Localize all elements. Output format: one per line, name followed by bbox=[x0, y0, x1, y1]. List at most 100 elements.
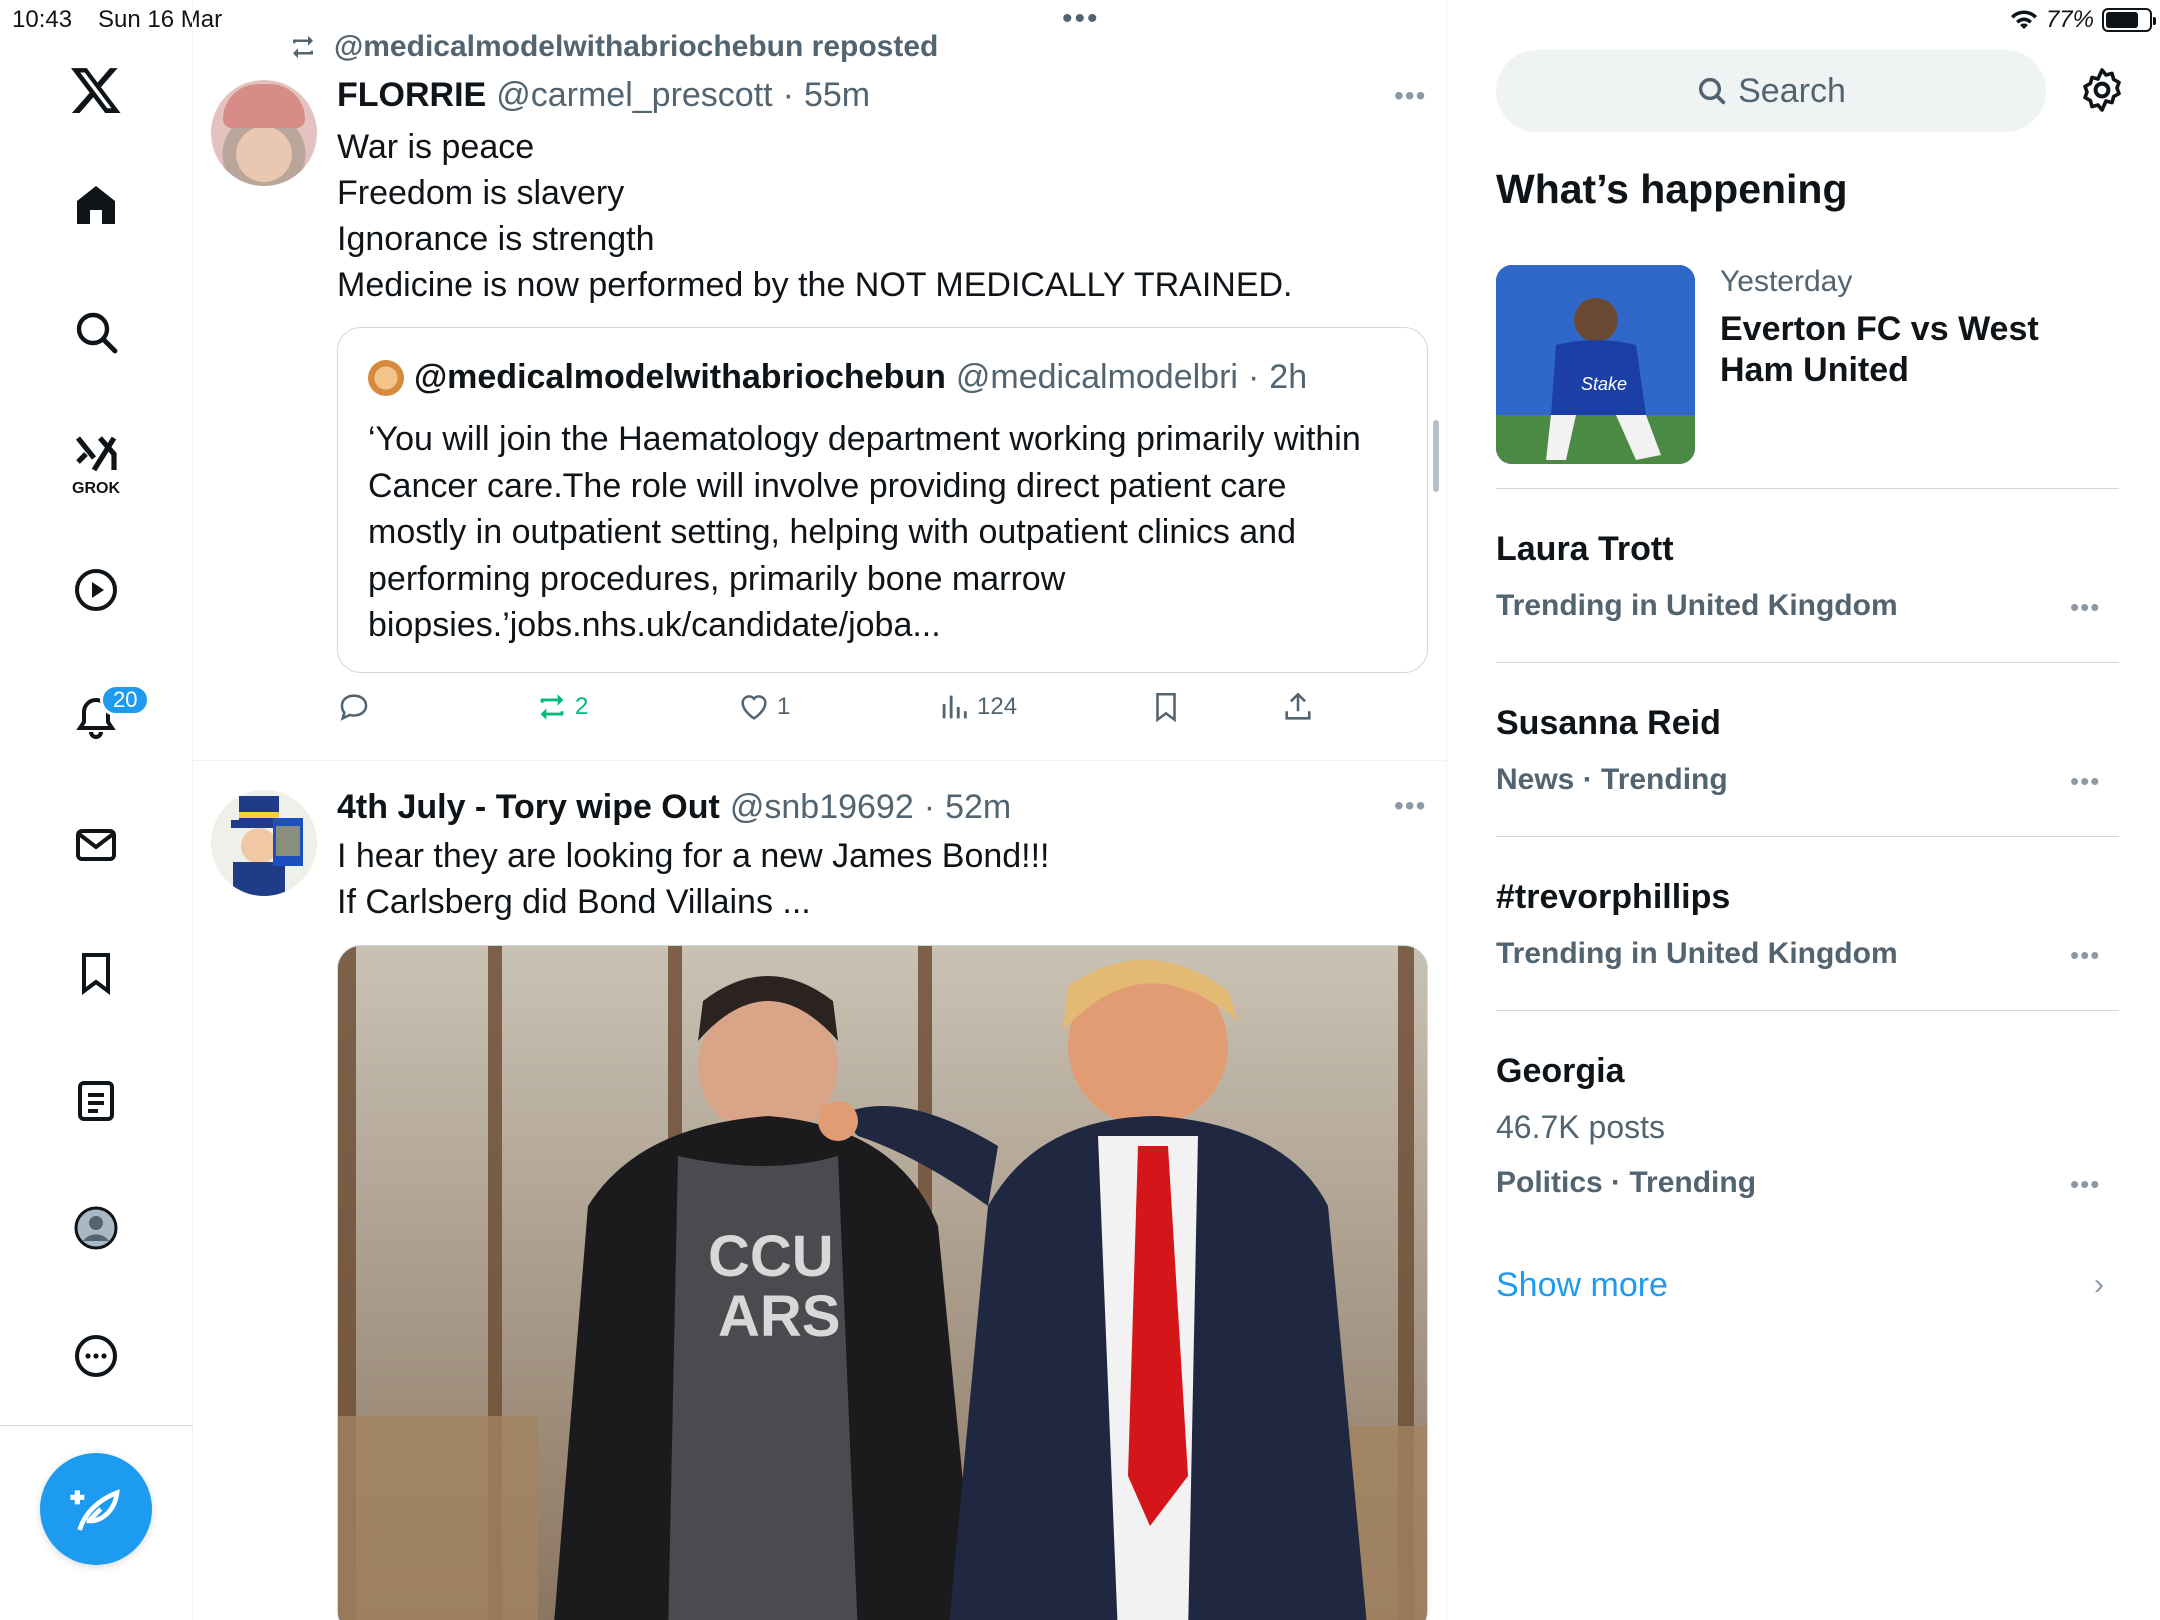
search-placeholder: Search bbox=[1738, 71, 1846, 110]
bookmark-icon bbox=[1156, 692, 1176, 723]
share-icon bbox=[1285, 692, 1311, 720]
trend-more-icon[interactable]: ••• bbox=[2070, 940, 2100, 971]
event-time: Yesterday bbox=[1720, 265, 1853, 298]
bookmark-button[interactable] bbox=[1149, 690, 1183, 724]
compose-button[interactable] bbox=[40, 1453, 152, 1565]
reply-icon bbox=[340, 694, 368, 721]
event-thumbnail: Stake bbox=[1496, 265, 1695, 464]
quote-line: Cancer care.The role will involve provid… bbox=[368, 466, 1287, 505]
tweet-author-handle[interactable]: @snb19692 bbox=[730, 788, 914, 827]
repost-indicator: @medicalmodelwithabriochebun reposted bbox=[286, 30, 938, 64]
tweet-line: Freedom is slavery bbox=[337, 174, 625, 212]
repost-button[interactable]: 2 bbox=[535, 690, 588, 724]
tweet-actions: 2 1 124 bbox=[337, 690, 1337, 736]
share-button[interactable] bbox=[1281, 690, 1315, 724]
views-count: 124 bbox=[977, 693, 1018, 720]
x-logo-icon[interactable] bbox=[66, 60, 126, 120]
tweet-line: If Carlsberg did Bond Villains ... bbox=[337, 883, 811, 921]
tweet-author-name[interactable]: 4th July - Tory wipe Out bbox=[337, 788, 720, 827]
trend-divider bbox=[1496, 662, 2119, 663]
whats-happening-title: What’s happening bbox=[1496, 166, 1848, 212]
quote-text: ‘You will join the Haematology departmen… bbox=[368, 416, 1408, 649]
more-options-icon[interactable] bbox=[66, 1326, 126, 1386]
tweet-more-icon[interactable]: ••• bbox=[1394, 790, 1426, 822]
quoted-tweet[interactable]: @medicalmodelwithabriochebun @medicalmod… bbox=[337, 327, 1428, 673]
quote-line: ‘You will join the Haematology departmen… bbox=[368, 420, 1361, 458]
notifications-badge: 20 bbox=[100, 684, 151, 716]
left-nav: GROK 20 bbox=[0, 0, 193, 1620]
shirt-text-line: CCU bbox=[708, 1224, 834, 1289]
search-icon[interactable] bbox=[66, 302, 126, 362]
like-count: 1 bbox=[777, 693, 791, 720]
trend-context: Trending in United Kingdom bbox=[1496, 589, 1898, 622]
avatar[interactable] bbox=[211, 80, 317, 186]
trend-divider bbox=[1496, 1010, 2119, 1011]
bookmarks-icon[interactable] bbox=[66, 943, 126, 1003]
trend-name[interactable]: Laura Trott bbox=[1496, 530, 1674, 569]
trend-name[interactable]: #trevorphillips bbox=[1496, 878, 1730, 917]
search-icon bbox=[1699, 77, 1726, 105]
trend-name[interactable]: Susanna Reid bbox=[1496, 704, 1721, 743]
tweet-header: 4th July - Tory wipe Out @snb19692 · 52m bbox=[337, 788, 1011, 827]
trend-context: Trending in United Kingdom bbox=[1496, 937, 1898, 970]
video-icon[interactable] bbox=[66, 560, 126, 620]
heart-icon bbox=[741, 695, 767, 720]
repost-text[interactable]: @medicalmodelwithabriochebun reposted bbox=[334, 30, 938, 64]
tweet-more-icon[interactable]: ••• bbox=[1394, 80, 1426, 112]
reply-button[interactable] bbox=[337, 690, 371, 724]
right-sidebar bbox=[1447, 0, 2160, 1620]
messages-icon[interactable] bbox=[66, 815, 126, 875]
profile-icon[interactable] bbox=[66, 1198, 126, 1258]
lists-icon[interactable] bbox=[66, 1071, 126, 1131]
tweet-text: War is peace Freedom is slavery Ignoranc… bbox=[337, 124, 1293, 308]
quote-line: biopsies.’jobs.nhs.uk/candidate/joba... bbox=[368, 606, 941, 644]
separator: · bbox=[782, 76, 794, 114]
search-field[interactable]: Search bbox=[1496, 50, 2046, 132]
tweet-author-name[interactable]: FLORRIE bbox=[337, 76, 486, 115]
trending-event[interactable]: Stake Yesterday Everton FC vs West Ham U… bbox=[1496, 265, 2119, 467]
trend-more-icon[interactable]: ••• bbox=[2070, 1169, 2100, 1200]
tweet-header: FLORRIE @carmel_prescott · 55m bbox=[337, 76, 870, 115]
like-button[interactable]: 1 bbox=[737, 690, 790, 724]
trend-divider bbox=[1496, 488, 2119, 489]
repost-icon bbox=[540, 694, 564, 720]
show-more-link[interactable]: Show more bbox=[1496, 1266, 1668, 1305]
tweet-line: I hear they are looking for a new James … bbox=[337, 837, 1050, 875]
grok-icon[interactable]: GROK bbox=[66, 424, 126, 497]
tweet-author-handle[interactable]: @carmel_prescott bbox=[496, 76, 772, 115]
nav-divider bbox=[0, 1425, 193, 1426]
compose-icon bbox=[70, 1489, 120, 1531]
trend-divider bbox=[1496, 836, 2119, 837]
tweet-time[interactable]: 52m bbox=[945, 788, 1011, 827]
tweet-time[interactable]: 55m bbox=[804, 76, 870, 115]
quote-author-handle: @medicalmodelbri bbox=[955, 358, 1238, 396]
event-shirt-text: Stake bbox=[1581, 374, 1627, 394]
trend-post-count: 46.7K posts bbox=[1496, 1109, 1665, 1145]
trend-context: News · Trending bbox=[1496, 763, 1728, 796]
views-icon bbox=[942, 695, 967, 719]
notifications-icon[interactable]: 20 bbox=[66, 684, 151, 748]
settings-gear-icon[interactable] bbox=[2078, 66, 2126, 114]
tweet-line: Medicine is now performed by the NOT MED… bbox=[337, 266, 1293, 304]
avatar[interactable] bbox=[211, 790, 317, 896]
trend-more-icon[interactable]: ••• bbox=[2070, 592, 2100, 623]
views-button[interactable]: 124 bbox=[937, 690, 1017, 724]
chevron-right-icon: › bbox=[2094, 1268, 2104, 1301]
repost-icon bbox=[293, 35, 313, 59]
tweet-divider bbox=[193, 760, 1447, 761]
quote-avatar bbox=[368, 359, 404, 396]
separator: · bbox=[923, 788, 936, 826]
trend-name[interactable]: Georgia bbox=[1496, 1052, 1624, 1091]
separator: · bbox=[1247, 358, 1260, 396]
tweet-photo[interactable]: CCU ARS bbox=[337, 945, 1428, 1620]
event-title: Everton FC vs West Ham United bbox=[1720, 310, 2039, 389]
quote-header: @medicalmodelwithabriochebun @medicalmod… bbox=[368, 358, 1307, 397]
home-icon[interactable] bbox=[66, 175, 126, 235]
quote-line: mostly in outpatient setting, helping wi… bbox=[368, 513, 1296, 551]
scrollbar[interactable] bbox=[1433, 420, 1439, 492]
trend-more-icon[interactable]: ••• bbox=[2070, 766, 2100, 797]
quote-author-name: @medicalmodelwithabriochebun bbox=[414, 358, 946, 396]
grok-label: GROK bbox=[72, 480, 120, 497]
repost-count: 2 bbox=[575, 693, 589, 720]
tweet-text: I hear they are looking for a new James … bbox=[337, 833, 1050, 925]
